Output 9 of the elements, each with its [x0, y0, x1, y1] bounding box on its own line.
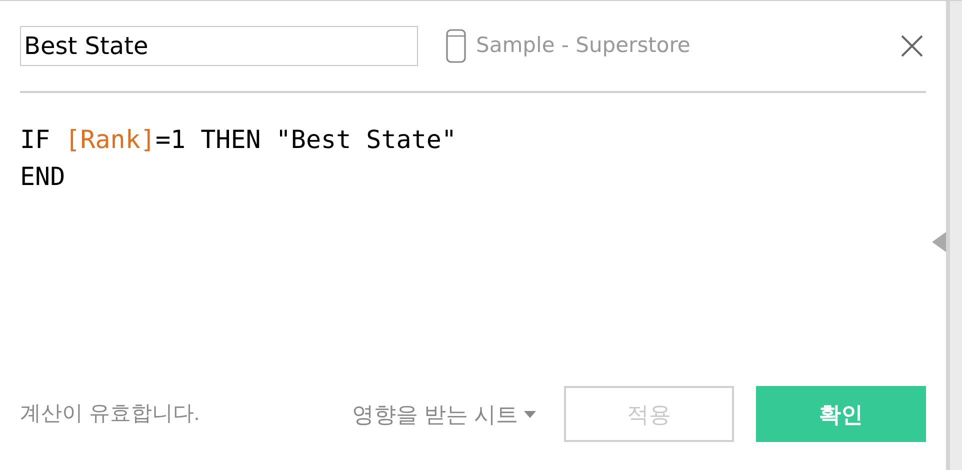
- formula-editor[interactable]: IF [Rank]=1 THEN "Best State" END: [20, 121, 926, 361]
- close-button[interactable]: [900, 34, 924, 58]
- data-source-label: Sample - Superstore: [476, 32, 690, 60]
- calculation-name-field[interactable]: Best State: [20, 26, 418, 66]
- ok-button[interactable]: 확인: [756, 386, 926, 442]
- validation-message: 계산이 유효합니다.: [20, 401, 200, 428]
- database-icon: [446, 29, 466, 63]
- affected-sheets-dropdown[interactable]: 영향을 받는 시트: [352, 398, 536, 430]
- caret-icon: [524, 410, 536, 418]
